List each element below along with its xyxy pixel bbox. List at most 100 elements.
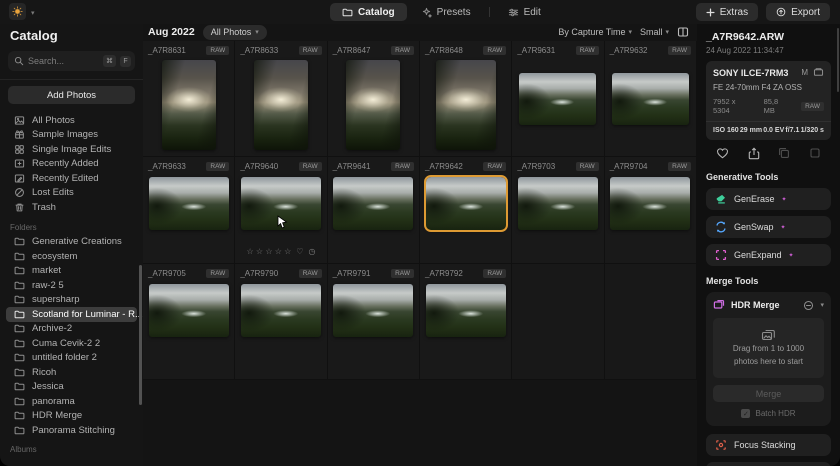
merge-button-disabled[interactable]: Merge: [713, 385, 824, 402]
photo-filename: _A7R9632: [610, 46, 648, 55]
photo-thumbnail[interactable]: [518, 177, 598, 230]
rating-row[interactable]: ☆ ☆ ☆ ☆ ☆ ♡ ◷: [235, 247, 326, 256]
sidebar-item-lost-edits[interactable]: Lost Edits: [0, 186, 143, 201]
gen-expand-button[interactable]: GenExpand ✦: [706, 244, 831, 266]
photo-cell-selected[interactable]: _A7R9642RAW: [420, 157, 512, 264]
thumbnail-size-dropdown[interactable]: Small ▾: [640, 27, 669, 37]
chevron-down-icon[interactable]: ▾: [820, 301, 824, 309]
photo-thumbnail-selected[interactable]: [426, 177, 506, 230]
sidebar-item-recently-edited[interactable]: Recently Edited: [0, 171, 143, 186]
folder-item[interactable]: Archive-2: [0, 322, 143, 337]
gen-swap-button[interactable]: GenSwap ✦: [706, 216, 831, 238]
collapse-circle-icon[interactable]: [803, 300, 814, 311]
share-button[interactable]: [748, 147, 760, 160]
drop-hint-line1: Drag from 1 to 1000: [733, 344, 804, 355]
batch-hdr-label: Batch HDR: [755, 409, 795, 418]
photo-cell[interactable]: _A7R9791RAW: [328, 264, 420, 380]
photo-thumbnail[interactable]: [149, 177, 229, 230]
photo-cell[interactable]: _A7R9705RAW: [143, 264, 235, 380]
batch-hdr-row[interactable]: ✓ Batch HDR: [713, 409, 824, 418]
folder-item[interactable]: Ricoh: [0, 365, 143, 380]
photo-thumbnail[interactable]: [241, 284, 321, 337]
folder-item[interactable]: HDR Merge: [0, 409, 143, 424]
logo-chevron-icon[interactable]: ▾: [31, 9, 35, 17]
photo-thumbnail[interactable]: [612, 73, 689, 125]
photo-cell[interactable]: _A7R9641RAW: [328, 157, 420, 264]
sidebar-item-sample-images[interactable]: Sample Images: [0, 128, 143, 143]
star-rating-icons[interactable]: ☆ ☆ ☆ ☆ ☆: [247, 247, 292, 256]
raw-badge: RAW: [668, 46, 691, 55]
photo-thumbnail[interactable]: [346, 60, 400, 150]
copy-button[interactable]: [778, 147, 790, 160]
hdr-drop-zone[interactable]: Drag from 1 to 1000 photos here to start: [713, 318, 824, 378]
folder-item[interactable]: untitled folder 2: [0, 351, 143, 366]
heart-icon[interactable]: ♡: [296, 247, 303, 256]
gen-erase-button[interactable]: GenErase ✦: [706, 188, 831, 210]
sidebar-scrollbar[interactable]: [139, 265, 142, 405]
photo-cell[interactable]: _A7R9703RAW: [512, 157, 604, 264]
photo-cell[interactable]: _A7R8648RAW: [420, 41, 512, 157]
folder-item[interactable]: Cuma Cevik-2 2: [0, 336, 143, 351]
folder-item[interactable]: raw-2 5: [0, 278, 143, 293]
photo-thumbnail[interactable]: [162, 60, 216, 150]
hdr-merge-icon: [713, 299, 725, 311]
albums-section-header: Albums: [10, 445, 37, 454]
sidebar-item-single-image-edits[interactable]: Single Image Edits: [0, 142, 143, 157]
photo-thumbnail[interactable]: [519, 73, 596, 125]
raw-badge: RAW: [299, 162, 322, 171]
duplicate-button[interactable]: [809, 147, 821, 160]
photo-cell[interactable]: _A7R8647RAW: [328, 41, 420, 157]
photo-cell[interactable]: _A7R9632 RAW: [605, 41, 697, 157]
photo-filename: _A7R9631: [517, 46, 555, 55]
photo-thumbnail[interactable]: [149, 284, 229, 337]
photo-thumbnail[interactable]: [436, 60, 496, 150]
folder-icon: [14, 425, 25, 436]
photo-thumbnail[interactable]: [333, 177, 413, 230]
tab-edit[interactable]: Edit: [496, 3, 553, 21]
folder-item[interactable]: Panorama Stitching: [0, 423, 143, 438]
folder-item[interactable]: ecosystem: [0, 249, 143, 264]
file-size: 85,8 MB: [764, 97, 791, 115]
photo-cell[interactable]: _A7R9790RAW: [235, 264, 327, 380]
photo-cell[interactable]: _A7R9631RAW: [512, 41, 604, 157]
inspector-scrollbar[interactable]: [837, 28, 839, 92]
folder-item[interactable]: supersharp: [0, 293, 143, 308]
photo-cell[interactable]: _A7R9633RAW: [143, 157, 235, 264]
search-box[interactable]: ⌘ F: [8, 51, 135, 71]
sort-dropdown[interactable]: By Capture Time ▾: [558, 27, 632, 37]
search-input[interactable]: [28, 56, 99, 66]
filter-dropdown[interactable]: All Photos ▾: [203, 25, 267, 40]
focus-stacking-icon: [715, 439, 727, 451]
photo-cell[interactable]: _A7R8633RAW: [235, 41, 327, 157]
add-photos-button[interactable]: Add Photos: [8, 86, 135, 104]
focus-stacking-button[interactable]: Focus Stacking: [706, 434, 831, 456]
batch-hdr-checkbox[interactable]: ✓: [741, 409, 750, 418]
photo-cell-hovered[interactable]: _A7R9640RAW ☆ ☆ ☆ ☆ ☆ ♡ ◷: [235, 157, 327, 264]
sidebar-item-recently-added[interactable]: Recently Added: [0, 157, 143, 172]
photo-cell[interactable]: _A7R9792RAW: [420, 264, 512, 380]
folder-item[interactable]: panorama: [0, 394, 143, 409]
app-logo-button[interactable]: [9, 3, 26, 20]
sidebar-item-all-photos[interactable]: All Photos: [0, 113, 143, 128]
folder-item[interactable]: Jessica: [0, 380, 143, 395]
favorite-heart-button[interactable]: [716, 147, 729, 160]
photo-cell[interactable]: _A7R8631RAW: [143, 41, 235, 157]
tab-catalog[interactable]: Catalog: [330, 3, 407, 21]
exposure-bias-value: 0.0 EV: [763, 127, 784, 134]
panorama-stitching-button[interactable]: Panorama Stitching: [706, 462, 831, 466]
folder-item-selected[interactable]: Scotland for Luminar - R...: [6, 307, 137, 322]
hdr-merge-header[interactable]: HDR Merge ▾: [713, 299, 824, 311]
photo-cell[interactable]: _A7R9704RAW: [605, 157, 697, 264]
sidebar-item-trash[interactable]: Trash: [0, 200, 143, 215]
folder-item[interactable]: market: [0, 264, 143, 279]
photo-thumbnail[interactable]: [254, 60, 308, 150]
photo-thumbnail[interactable]: [333, 284, 413, 337]
folder-item[interactable]: Generative Creations: [0, 235, 143, 250]
export-button[interactable]: Export: [766, 3, 830, 21]
extras-button[interactable]: Extras: [696, 3, 758, 21]
clock-icon[interactable]: ◷: [308, 247, 315, 256]
tab-presets[interactable]: Presets: [409, 3, 483, 21]
photo-thumbnail[interactable]: [426, 284, 506, 337]
layout-toggle-icon[interactable]: [677, 26, 689, 38]
photo-thumbnail[interactable]: [610, 177, 690, 230]
